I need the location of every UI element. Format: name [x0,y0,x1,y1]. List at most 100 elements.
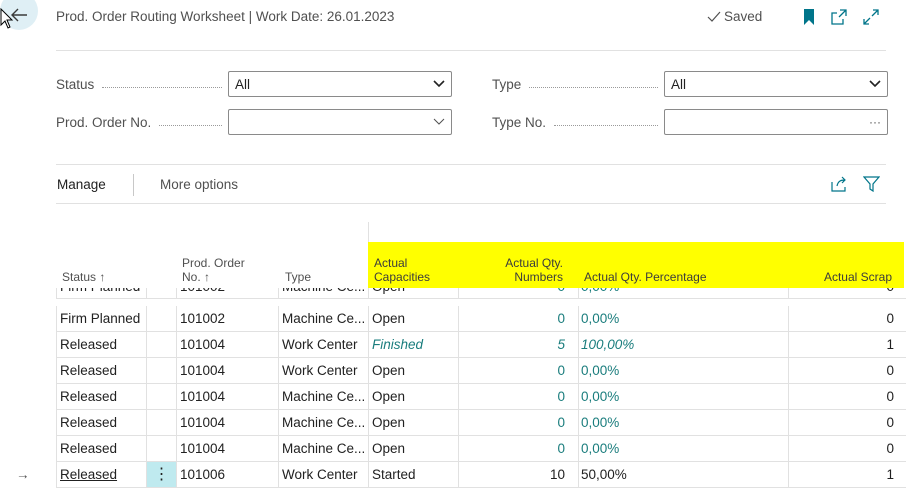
cell-status[interactable]: Released [60,384,145,409]
cell-status[interactable]: Firm Planned [60,306,145,331]
more-options-action[interactable]: More options [160,177,238,192]
cell-actual-qty-numbers: 5 [557,337,565,352]
cell-status[interactable]: Released [60,358,145,383]
column-divider [578,358,579,384]
column-divider [578,306,579,332]
column-divider [56,358,57,384]
column-divider [146,462,147,488]
prod-order-no-filter-input[interactable] [228,109,452,135]
type-filter-value: All [671,76,687,92]
type-no-filter-input[interactable]: ··· [664,109,888,135]
cell-actual-scrap: 0 [886,311,894,326]
cell-prod-order-no: 101004 [180,441,226,456]
column-header-prod-order-no[interactable]: Prod. Order No. ↑ [182,256,245,284]
action-separator [133,174,134,196]
column-divider [278,358,279,384]
cell-actual-qty-numbers: 0 [557,389,565,404]
open-in-new-window-icon[interactable] [830,8,848,26]
saved-label: Saved [724,9,763,24]
column-divider [176,436,177,462]
column-divider [578,410,579,436]
column-divider [578,462,579,488]
cell-actual-qty-percentage: 0,00% [581,415,620,430]
cell-actual-qty-percentage: 100,00% [581,337,635,352]
column-divider [176,410,177,436]
cell-type: Machine Ce... [282,415,366,430]
cell-actual-qty-percentage: 0,00% [581,363,620,378]
column-header-actual-qty-percentage[interactable]: Actual Qty. Percentage [584,270,707,284]
column-divider [56,462,57,488]
cell-type: Machine Ce... [282,389,366,404]
column-divider [146,332,147,358]
cell-actual-qty-numbers: 0 [557,363,565,378]
cell-type: Machine Ce... [282,441,366,456]
column-divider [176,332,177,358]
cell-prod-order-no: 101006 [180,467,226,482]
column-divider [146,410,147,436]
cell-status[interactable]: Released [60,410,145,435]
cell-status[interactable]: Released [60,436,145,461]
manage-action[interactable]: Manage [57,177,106,192]
column-divider [578,384,579,410]
cell-actual-capacities: Open [372,311,406,326]
cell-actual-qty-percentage: 0,00% [581,389,620,404]
cell-prod-order-no: 101004 [180,363,226,378]
type-filter-select[interactable]: All [664,71,888,97]
column-divider [458,358,459,384]
cell-status[interactable]: Released [60,462,145,487]
table-row[interactable]: Released 101004 Machine Ce... Open 0 0,00% 0 [0,410,906,436]
column-divider [788,358,789,384]
lookup-ellipsis-button[interactable]: ··· [869,115,881,129]
table-row[interactable]: Released 101004 Machine Ce... Open 0 0,00% 0 [0,384,906,410]
action-bar-divider [56,203,886,204]
table-row[interactable]: Released 101004 Machine Ce... Open 0 0,00% 0 [0,436,906,462]
column-divider [278,410,279,436]
column-header-actual-qty-numbers[interactable]: Actual Qty. Numbers [463,256,563,284]
saved-status: Saved [707,9,762,24]
table-row[interactable]: Released 101004 Work Center Open 0 0,00% 0 [0,358,906,384]
column-divider [278,306,279,332]
type-filter-label: Type [492,77,664,92]
table-row[interactable]: Firm Planned 101002 Machine Ce... Open 0 0,00… [0,306,906,332]
sort-ascending-icon: ↑ [99,270,106,284]
column-header-status[interactable]: Status ↑ [62,270,105,284]
cell-actual-scrap: 0 [886,441,894,456]
cell-type: Work Center [282,467,358,482]
cell-actual-qty-percentage: 0,00% [581,311,620,326]
filter-icon[interactable] [863,176,880,192]
row-actions-menu-icon[interactable]: ⋮ [147,462,176,487]
bookmark-icon[interactable] [802,8,816,26]
cell-actual-qty-percentage: 0,00% [581,441,620,456]
cell-type: Machine Ce... [282,311,366,326]
cell-type: Work Center [282,337,358,352]
column-divider [146,306,147,332]
column-divider [788,306,789,332]
cell-prod-order-no: 101004 [180,389,226,404]
table-row-partial[interactable]: Firm Planned 101002 Machine Ce... Open 0… [0,288,906,299]
cell-actual-qty-numbers: 0 [557,311,565,326]
status-filter-select[interactable]: All [228,71,452,97]
cell-status[interactable]: Released [60,332,145,357]
cell-actual-capacities: Open [372,363,406,378]
cell-actual-qty-numbers: 0 [557,415,565,430]
share-icon[interactable] [830,176,848,192]
cell-actual-scrap: 1 [886,467,894,482]
column-divider [278,332,279,358]
column-divider [458,462,459,488]
column-divider [458,384,459,410]
table-row[interactable]: ⋮ → Released 101006 Work Center Started 10 50,0… [0,462,906,488]
column-header-type[interactable]: Type [285,270,311,284]
column-header-actual-capacities[interactable]: Actual Capacities [374,256,430,284]
column-header-actual-scrap[interactable]: Actual Scrap [792,270,892,284]
column-divider [56,410,57,436]
checkmark-icon [707,11,721,22]
current-row-arrow-icon: → [16,467,30,482]
status-filter-value: All [235,76,251,92]
column-divider [368,332,369,358]
column-divider [788,410,789,436]
header-divider [56,50,886,51]
table-row[interactable]: Released 101004 Work Center Finished 5 100,00… [0,332,906,358]
column-divider [278,436,279,462]
expand-icon[interactable] [862,8,880,26]
column-divider [458,410,459,436]
